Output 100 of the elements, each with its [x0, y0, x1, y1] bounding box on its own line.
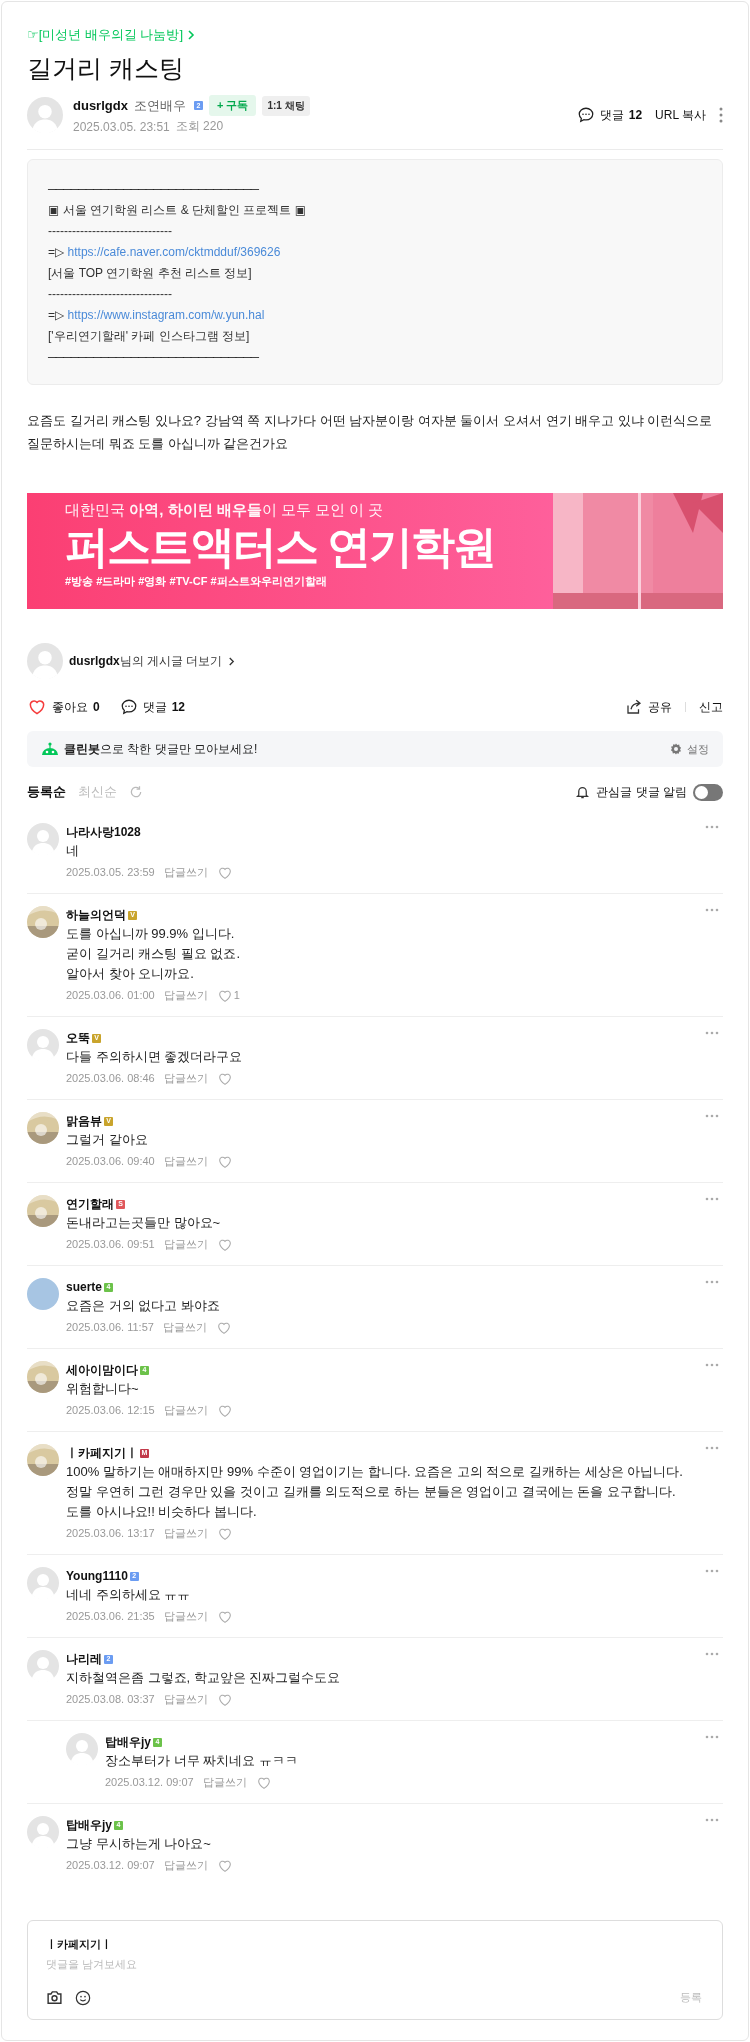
comment-text: 네 — [66, 842, 80, 860]
more-icon[interactable] — [705, 1652, 719, 1656]
author-name[interactable]: dusrlgdx — [73, 98, 128, 113]
more-icon[interactable] — [705, 1114, 719, 1118]
comment-date: 2025.03.06. 09:40 — [66, 1154, 155, 1169]
avatar-icon — [66, 1733, 98, 1765]
notice-text: ------------------------------- — [48, 286, 173, 303]
comment-text: 돈내라고는곳들만 많아요~ — [66, 1214, 222, 1232]
comment-date: 2025.03.06. 09:51 — [66, 1237, 155, 1252]
comment-date: 2025.03.06. 21:35 — [66, 1609, 155, 1624]
comment-text: 네네 주의하세요 ㅠㅠ — [66, 1586, 192, 1604]
commenter-name[interactable]: 맑음뷰 — [66, 1112, 102, 1130]
commenter-name[interactable]: 세아이맘이다 — [66, 1361, 138, 1379]
report-link[interactable]: 신고 — [699, 698, 723, 716]
notice-text: [서울 TOP 연기학원 추천 리스트 정보] — [48, 265, 253, 282]
commenter-name[interactable]: 나라사랑1028 — [66, 823, 141, 841]
commenter-name[interactable]: 연기할래 — [66, 1195, 114, 1213]
avatar-icon — [27, 1816, 59, 1848]
avatar-icon — [27, 1567, 59, 1599]
bell-icon — [575, 784, 591, 800]
comment-date: 2025.03.06. 01:00 — [66, 988, 155, 1003]
comment-input[interactable]: 댓글을 남겨보세요 — [46, 1952, 704, 1970]
comment-date: 2025.03.12. 09:07 — [105, 1775, 194, 1790]
comment-label: 댓글 — [142, 698, 167, 716]
post-date: 2025.03.05. 23:51 — [73, 119, 170, 134]
notice-text: ------------------------------- — [48, 223, 173, 240]
share-icon[interactable] — [625, 698, 643, 716]
cleanbot-text: 클린봇으로 착한 댓글만 모아보세요! — [64, 740, 258, 758]
more-icon[interactable] — [705, 1363, 719, 1367]
like-label: 좋아요 — [52, 698, 88, 716]
rule-line-text: ──────────────────────────── — [48, 349, 260, 366]
comment-text: 그럴거 같아요 — [66, 1131, 149, 1149]
composer-name: ㅣ카페지기ㅣ — [46, 1937, 113, 1952]
comment-text: 장소부터가 너무 짜치네요 ㅠㅋㅋ — [105, 1752, 299, 1770]
commenter-name[interactable]: 오뚝 — [66, 1029, 90, 1047]
comment-text: 요즘은 거의 없다고 봐야죠 — [66, 1297, 221, 1315]
emoji-icon[interactable] — [75, 1989, 91, 2006]
comment-text: 지하철역은좀 그렇죠, 학교앞은 진짜그럴수도요 — [66, 1669, 342, 1687]
commenter-name[interactable]: 하늘의언덕 — [66, 906, 126, 924]
more-icon[interactable] — [719, 107, 723, 123]
more-icon[interactable] — [705, 1446, 719, 1450]
post-title: 길거리 캐스팅 — [27, 53, 185, 84]
arrow-text: =▷ — [48, 308, 65, 322]
comment-date: 2025.03.06. 13:17 — [66, 1526, 155, 1541]
commenter-name[interactable]: 탑배우jy — [66, 1816, 112, 1834]
more-icon[interactable] — [705, 1818, 719, 1822]
chat-button[interactable]: 1:1 채팅 — [262, 95, 310, 116]
toggle-switch[interactable] — [693, 783, 723, 801]
more-icon[interactable] — [705, 1031, 719, 1035]
comment-text: 다들 주의하시면 좋겠더라구요 — [66, 1048, 244, 1066]
notice-text: ▣ 서울 연기학원 리스트 & 단체할인 프로젝트 ▣ — [48, 202, 308, 219]
banner-hashtags: #방송 #드라마 #영화 #TV-CF #퍼스트와우리연기할래 — [65, 574, 328, 589]
avatar-icon — [27, 1029, 59, 1061]
commenter-name[interactable]: Young1110 — [66, 1567, 128, 1585]
commenter-name[interactable]: 탑배우jy — [105, 1733, 151, 1751]
comment-date: 2025.03.08. 03:37 — [66, 1692, 155, 1707]
refresh-icon[interactable] — [129, 785, 143, 799]
more-icon[interactable] — [705, 1735, 719, 1739]
more-icon[interactable] — [705, 1569, 719, 1573]
comment-date: 2025.03.12. 09:07 — [66, 1858, 155, 1873]
more-icon[interactable] — [705, 1280, 719, 1284]
chevron-icon — [228, 655, 236, 667]
comment-date: 2025.03.06. 08:46 — [66, 1071, 155, 1086]
sort-tab[interactable]: 등록순 — [27, 783, 66, 801]
more-icon[interactable] — [705, 908, 719, 912]
author-posts-link[interactable]: dusrlgdx님의 게시글 더보기 — [69, 652, 223, 670]
camera-icon[interactable] — [46, 1990, 63, 2005]
comment-composer[interactable]: ㅣ카페지기ㅣ 댓글을 남겨보세요 등록 — [27, 1920, 723, 2020]
link[interactable]: https://www.instagram.com/w.yun.hal — [67, 308, 265, 322]
more-icon[interactable] — [705, 825, 719, 829]
settings-icon[interactable] — [670, 743, 682, 755]
robot-icon — [41, 742, 59, 756]
commenter-name[interactable]: suerte — [66, 1278, 103, 1296]
heart-icon[interactable] — [27, 697, 47, 717]
more-icon[interactable] — [705, 1197, 719, 1201]
url-copy-link[interactable]: URL 복사 — [655, 106, 706, 124]
chevron-icon — [187, 29, 196, 41]
post-body: 요즘도 길거리 캐스팅 있나요? 강남역 쪽 지나가다 어떤 남자분이랑 여자분 둘이서 오셔서 연기 배우고 있냐 이런식으로 질문하시는데 뭐죠 도를 아십니까 같은건가요 — [27, 412, 714, 453]
comment-date: 2025.03.06. 12:15 — [66, 1403, 155, 1418]
comment-count: 12 — [628, 108, 643, 122]
comment-text: 100% 말하기는 애매하지만 99% 수준이 영업이기는 합니다. 요즘은 고의 적으로 길캐하는 세상은 아닙니다. 정말 우연히 그런 경우만 있을 것이고 길캐를 의도적으로 하는 분들은 영업이고 결국에는 돈을 요구합니다. 도를 아시나요!! 비슷하다 봅니다. — [66, 1463, 684, 1521]
comment-label[interactable]: 댓글 — [599, 106, 624, 124]
comment-text: 위험합니다~ — [66, 1380, 140, 1398]
like-count: 0 — [93, 700, 100, 714]
banner-tagline: 대한민국 아역, 하이틴 배우들이 모두 모인 이 곳 — [65, 501, 385, 520]
alert-label: 관심글 댓글 알림 — [596, 783, 687, 801]
avatar-icon — [27, 823, 59, 855]
settings-link[interactable]: 설정 — [687, 741, 709, 757]
comment-text: 그냥 무시하는게 나아요~ — [66, 1835, 212, 1853]
banner-headline: 퍼스트액터스 연기학원 — [65, 521, 497, 573]
comment-icon — [576, 106, 595, 124]
rule-line-text: ──────────────────────────── — [48, 181, 260, 198]
commenter-name[interactable]: 나리레 — [66, 1650, 102, 1668]
commenter-name[interactable]: ㅣ카페지기ㅣ — [66, 1444, 138, 1462]
comment-date: 2025.03.05. 23:59 — [66, 865, 155, 880]
view-count: 조회 220 — [175, 118, 224, 135]
like-count: 1 — [233, 988, 240, 1003]
share-link[interactable]: 공유 — [648, 698, 672, 716]
comment-icon — [119, 698, 138, 716]
arrow-text: =▷ — [48, 245, 65, 259]
